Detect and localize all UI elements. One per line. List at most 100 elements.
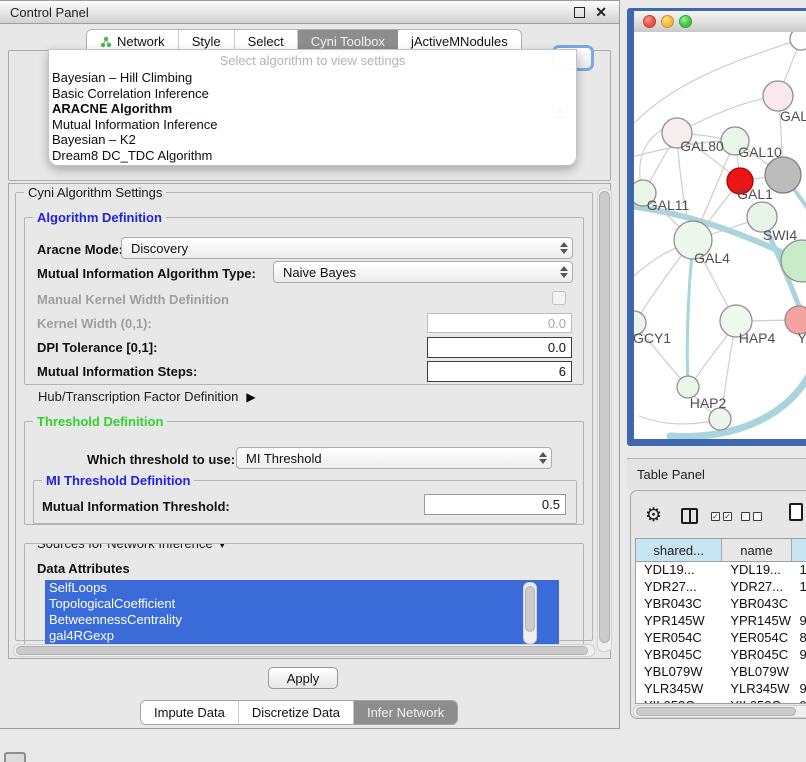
which-threshold-value: MI Threshold: [237, 451, 535, 466]
hub-definition-expander[interactable]: Hub/Transcription Factor Definition ▶: [38, 389, 256, 404]
table-cell: YBR043C: [636, 596, 722, 613]
data-attributes-list[interactable]: SelfLoopsTopologicalCoefficientBetweenne…: [45, 580, 559, 646]
sources-title[interactable]: Sources for Network Inference ▼: [33, 543, 232, 551]
table-cell: YDR27...: [722, 579, 791, 596]
group-title: Cyni Algorithm Settings: [24, 185, 166, 200]
dpi-tolerance-label: DPI Tolerance [0,1]:: [37, 340, 157, 355]
apply-button[interactable]: Apply: [268, 667, 338, 689]
table-row[interactable]: YDL19...YDL19...13: [636, 562, 806, 579]
algorithm-definition-group: Algorithm Definition Aracne Mode: Discov…: [24, 217, 584, 385]
hub-definition-label: Hub/Transcription Factor Definition: [38, 389, 238, 404]
network-canvas[interactable]: GALGAL80GAL10GAL1GAL11SWI4GAL4GCY1HAP4YH…: [634, 32, 806, 439]
float-window-icon[interactable]: [574, 7, 585, 18]
dropdown-item[interactable]: ARACNE Algorithm: [49, 101, 576, 117]
data-attributes-label: Data Attributes: [37, 561, 130, 576]
table-cell: YBL079W: [636, 664, 722, 681]
panel-title: Control Panel: [10, 5, 89, 20]
node-label: GAL4: [694, 250, 730, 266]
minimized-panel-icon[interactable]: [4, 752, 26, 762]
network-node[interactable]: [709, 408, 731, 430]
dropdown-prompt: Select algorithm to view settings: [49, 50, 576, 70]
mi-type-combo[interactable]: Naive Bayes: [273, 261, 573, 283]
table-row[interactable]: YPR145WYPR145W9.: [636, 613, 806, 630]
settings-horizontal-scrollbar[interactable]: [13, 644, 595, 657]
bottom-tab-impute-data[interactable]: Impute Data: [141, 701, 239, 724]
unchecked-box-icon: [741, 512, 750, 521]
table-row[interactable]: YDR27...YDR27...12: [636, 579, 806, 596]
tab-label: Discretize Data: [252, 705, 340, 720]
dropdown-item[interactable]: Mutual Information Inference: [49, 117, 576, 133]
settings-gear-icon[interactable]: ⚙: [645, 504, 662, 527]
list-scrollbar-thumb[interactable]: [525, 586, 535, 632]
node-label: HAP4: [739, 330, 776, 346]
network-edge[interactable]: [639, 416, 720, 424]
dropdown-item[interactable]: Basic Correlation Inference: [49, 86, 576, 102]
attribute-item[interactable]: BetweennessCentrality: [45, 612, 559, 628]
node-label: GAL80: [680, 138, 724, 154]
attribute-item[interactable]: gal4RGexp: [45, 628, 559, 644]
network-window-titlebar: [634, 11, 806, 33]
table-row[interactable]: YIL053CYIL053C9: [636, 698, 806, 704]
network-node[interactable]: [790, 32, 806, 50]
table-cell: 12: [791, 579, 806, 596]
settings-vertical-thumb[interactable]: [599, 191, 610, 643]
aracne-mode-label: Aracne Mode:: [37, 242, 123, 257]
close-icon[interactable]: ✕: [595, 4, 607, 21]
traffic-light-close-icon[interactable]: [643, 15, 656, 28]
deselect-all-icon[interactable]: [741, 512, 762, 521]
settings-vertical-scrollbar[interactable]: [597, 188, 612, 652]
mi-steps-field[interactable]: 6: [427, 361, 572, 382]
node-label: GAL10: [738, 144, 782, 160]
attribute-item[interactable]: SelfLoops: [45, 580, 559, 596]
node-table[interactable]: shared...nameA YDL19...YDL19...13YDR27..…: [635, 538, 806, 704]
node-label: SWI4: [763, 227, 797, 243]
column-browser-icon[interactable]: [681, 508, 698, 524]
table-cell: YPR145W: [636, 613, 722, 630]
dropdown-item[interactable]: Bayesian – Hill Climbing: [49, 70, 576, 86]
settings-horizontal-thumb[interactable]: [16, 646, 588, 655]
table-panel-titlebar: Table Panel: [627, 458, 806, 489]
traffic-light-minimize-icon[interactable]: [661, 15, 674, 28]
dropdown-items: Bayesian – Hill ClimbingBasic Correlatio…: [49, 70, 576, 164]
app-root: Control Panel ✕ NetworkStyleSelectCyni T…: [0, 0, 806, 762]
table-row[interactable]: YBL079WYBL079W: [636, 664, 806, 681]
dropdown-item[interactable]: Dream8 DC_TDC Algorithm: [49, 148, 576, 164]
select-all-icon[interactable]: ✓✓: [711, 512, 732, 521]
table-horizontal-thumb[interactable]: [636, 707, 796, 716]
table-horizontal-scrollbar[interactable]: [633, 705, 806, 718]
bottom-tab-discretize-data[interactable]: Discretize Data: [239, 701, 354, 724]
table-cell: 13: [791, 562, 806, 579]
column-header[interactable]: name: [722, 539, 791, 561]
import-table-icon[interactable]: [789, 503, 803, 521]
manual-kernel-checkbox[interactable]: [552, 291, 566, 305]
table-cell: YLR345W: [636, 681, 722, 698]
network-edge[interactable]: [687, 242, 693, 388]
attribute-item[interactable]: TopologicalCoefficient: [45, 596, 559, 612]
node-label: GAL11: [647, 197, 690, 213]
network-node-gal[interactable]: [763, 81, 793, 111]
dpi-tolerance-field[interactable]: 0.0: [427, 337, 572, 358]
which-threshold-combo[interactable]: MI Threshold: [236, 447, 552, 469]
table-row[interactable]: YER054CYER054C8.: [636, 630, 806, 647]
table-row[interactable]: YLR345WYLR345W9.: [636, 681, 806, 698]
network-edge[interactable]: [677, 96, 778, 133]
mi-threshold-field[interactable]: 0.5: [424, 494, 566, 515]
network-graph[interactable]: GALGAL80GAL10GAL1GAL11SWI4GAL4GCY1HAP4YH…: [634, 32, 806, 439]
combo-arrows-icon: [556, 242, 572, 254]
kernel-width-field[interactable]: 0.0: [427, 313, 572, 333]
column-header[interactable]: A: [792, 539, 806, 561]
column-header[interactable]: shared...: [636, 539, 722, 561]
table-cell: YER054C: [722, 630, 791, 647]
table-row[interactable]: YBR045CYBR045C9.: [636, 647, 806, 664]
table-cell: 9.: [791, 647, 806, 664]
table-cell: 8.: [791, 630, 806, 647]
settings-scroll-pane: Cyni Algorithm Settings Algorithm Defini…: [8, 183, 611, 659]
table-row[interactable]: YBR043CYBR043C: [636, 596, 806, 613]
dropdown-item[interactable]: Bayesian – K2: [49, 132, 576, 148]
control-panel-window: Control Panel ✕ NetworkStyleSelectCyni T…: [0, 0, 620, 729]
traffic-light-zoom-icon[interactable]: [679, 15, 692, 28]
list-scrollbar[interactable]: [523, 582, 537, 644]
aracne-mode-combo[interactable]: Discovery: [121, 237, 573, 259]
section-title: MI Threshold Definition: [42, 473, 194, 488]
bottom-tab-infer-network[interactable]: Infer Network: [354, 701, 457, 724]
